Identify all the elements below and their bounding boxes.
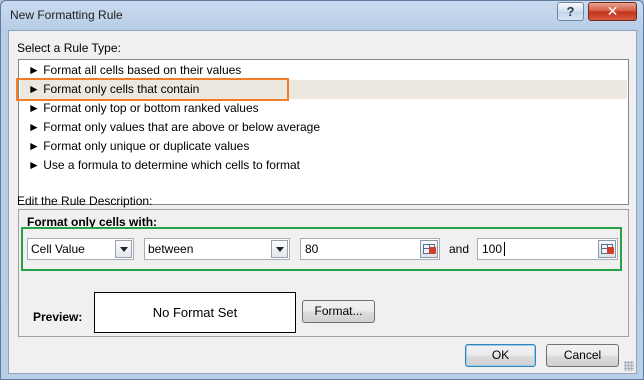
- close-button[interactable]: ✕: [588, 2, 637, 21]
- preview-box: No Format Set: [94, 292, 296, 333]
- new-formatting-rule-dialog: New Formatting Rule ? ✕ Select a Rule Ty…: [0, 0, 644, 380]
- format-button[interactable]: Format...: [302, 300, 375, 323]
- operator-value: between: [148, 242, 194, 256]
- rule-description-panel: Format only cells with: Cell Value betwe…: [18, 209, 629, 337]
- dialog-body: Select a Rule Type: ► Format all cells b…: [8, 30, 637, 374]
- value1-input[interactable]: 80: [300, 238, 440, 260]
- preview-label: Preview:: [33, 310, 83, 324]
- operator-select[interactable]: between: [144, 238, 290, 260]
- rule-type-item-formula[interactable]: ► Use a formula to determine which cells…: [20, 156, 627, 175]
- rule-type-item-above-below-average[interactable]: ► Format only values that are above or b…: [20, 118, 627, 137]
- condition-type-value: Cell Value: [31, 242, 85, 256]
- value2-input[interactable]: 100: [477, 238, 618, 260]
- condition-type-select[interactable]: Cell Value: [27, 238, 134, 260]
- help-button[interactable]: ?: [557, 2, 584, 21]
- resize-grip-icon[interactable]: [624, 361, 634, 371]
- rule-type-item-top-bottom[interactable]: ► Format only top or bottom ranked value…: [20, 99, 627, 118]
- cell-reference-picker-icon[interactable]: [420, 240, 438, 258]
- rule-type-item-unique-duplicate[interactable]: ► Format only unique or duplicate values: [20, 137, 627, 156]
- condition-highlight: Cell Value between 80 and 100: [21, 227, 622, 271]
- selected-rule-highlight: [16, 78, 289, 101]
- title-bar[interactable]: New Formatting Rule ? ✕: [1, 1, 643, 31]
- value2-text: 100: [482, 242, 503, 256]
- text-caret: [504, 242, 505, 256]
- window-title: New Formatting Rule: [10, 8, 123, 22]
- and-label: and: [449, 242, 470, 256]
- cell-reference-picker-icon[interactable]: [598, 240, 616, 258]
- chevron-down-icon[interactable]: [115, 240, 132, 258]
- ok-button[interactable]: OK: [465, 344, 536, 367]
- cancel-button[interactable]: Cancel: [546, 344, 619, 367]
- select-rule-type-label: Select a Rule Type:: [17, 41, 121, 55]
- value1-text: 80: [305, 242, 319, 256]
- chevron-down-icon[interactable]: [271, 240, 288, 258]
- edit-rule-description-label: Edit the Rule Description:: [17, 194, 153, 208]
